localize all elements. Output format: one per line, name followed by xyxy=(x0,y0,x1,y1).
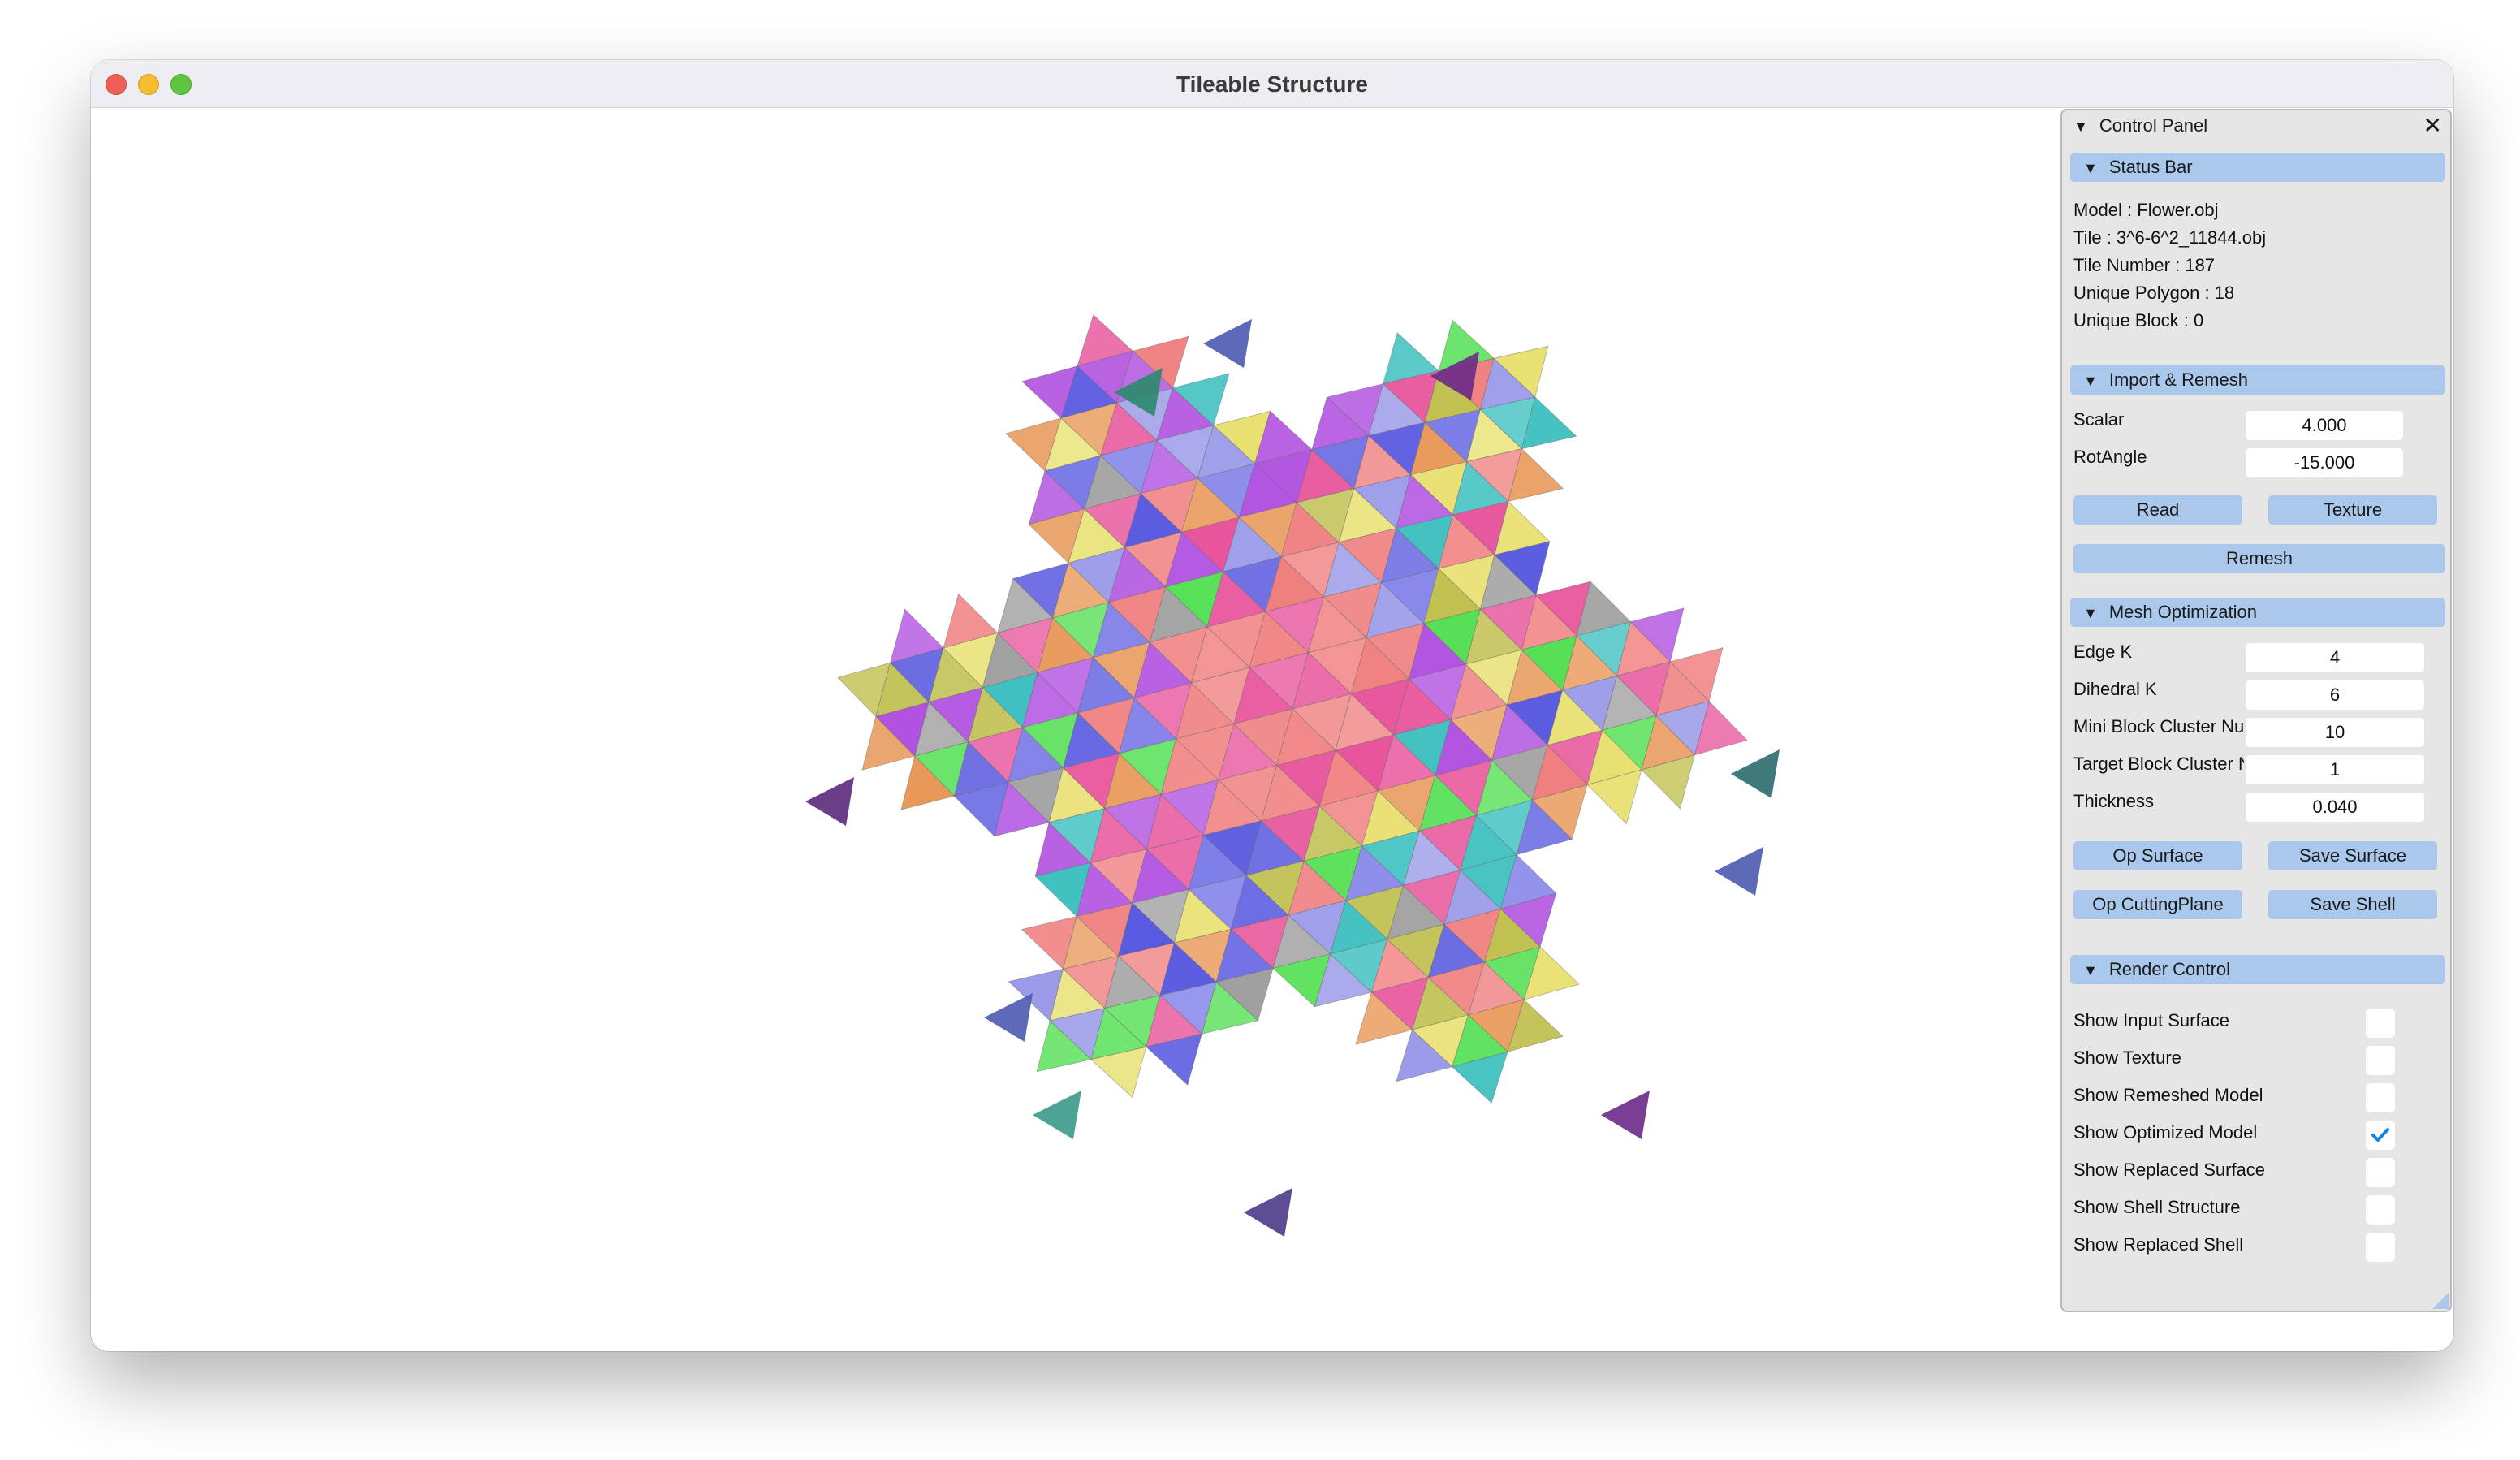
show-remeshed-model-label: Show Remeshed Model xyxy=(2073,1085,2263,1105)
show-shell-structure-checkbox[interactable] xyxy=(2366,1195,2395,1225)
section-title: Render Control xyxy=(2108,959,2231,979)
show-replaced-shell-label: Show Replaced Shell xyxy=(2073,1234,2244,1255)
control-panel: ▼ Control Panel ✕ ▼ Status Bar Model : Flo… xyxy=(2060,109,2452,1312)
show-input-surface-checkbox[interactable] xyxy=(2366,1009,2395,1038)
section-title: Import & Remesh xyxy=(2108,369,2248,390)
save-surface-button[interactable]: Save Surface xyxy=(2268,841,2437,870)
section-header-status-bar[interactable]: ▼ Status Bar xyxy=(2070,153,2445,182)
show-texture-checkbox[interactable] xyxy=(2366,1046,2395,1075)
status-tile: Tile : 3^6-6^2_11844.obj xyxy=(2073,227,2267,248)
resize-grip-icon[interactable] xyxy=(2429,1289,2449,1309)
mesh-fin xyxy=(805,777,854,826)
collapse-triangle-icon: ▼ xyxy=(2083,605,2098,621)
optimized-model-mesh[interactable] xyxy=(91,108,2060,1351)
status-unique-polygon: Unique Polygon : 18 xyxy=(2073,283,2235,303)
op-surface-button[interactable]: Op Surface xyxy=(2073,841,2242,870)
checkmark-icon xyxy=(2371,1128,2389,1142)
read-button[interactable]: Read xyxy=(2073,495,2242,525)
op-cutting-plane-button[interactable]: Op CuttingPlane xyxy=(2073,890,2242,919)
edge-k-input[interactable]: 4 xyxy=(2246,643,2424,672)
control-panel-title[interactable]: ▼ Control Panel xyxy=(2073,115,2207,136)
rot-angle-input[interactable]: -15.000 xyxy=(2246,448,2403,477)
edge-k-label: Edge K xyxy=(2073,641,2133,662)
mesh-fin xyxy=(1033,1091,1081,1139)
mesh-triangles xyxy=(805,314,1780,1237)
mesh-fin xyxy=(1203,319,1252,368)
target-block-cluster-label: Target Block Cluster N xyxy=(2073,754,2244,774)
title-bar: Tileable Structure xyxy=(91,60,2453,108)
thickness-input[interactable]: 0.040 xyxy=(2246,793,2424,822)
show-optimized-model-label: Show Optimized Model xyxy=(2073,1122,2258,1143)
section-title: Mesh Optimization xyxy=(2108,602,2258,622)
mini-block-cluster-label: Mini Block Cluster Nu xyxy=(2073,716,2244,736)
show-replaced-surface-checkbox[interactable] xyxy=(2366,1158,2395,1187)
target-block-cluster-input[interactable]: 1 xyxy=(2246,755,2424,784)
collapse-triangle-icon: ▼ xyxy=(2073,119,2088,135)
show-remeshed-model-checkbox[interactable] xyxy=(2366,1083,2395,1112)
collapse-triangle-icon: ▼ xyxy=(2083,962,2098,978)
thickness-label: Thickness xyxy=(2073,791,2155,811)
collapse-triangle-icon: ▼ xyxy=(2083,373,2098,389)
status-tile-number: Tile Number : 187 xyxy=(2073,255,2216,275)
texture-button[interactable]: Texture xyxy=(2268,495,2437,525)
mini-block-cluster-input[interactable]: 10 xyxy=(2246,718,2424,747)
window-title: Tileable Structure xyxy=(1176,71,1368,97)
remesh-button[interactable]: Remesh xyxy=(2073,544,2445,573)
mesh-fin xyxy=(1715,847,1763,896)
dihedral-k-label: Dihedral K xyxy=(2073,679,2157,699)
close-icon[interactable]: ✕ xyxy=(2423,112,2442,139)
scalar-label: Scalar xyxy=(2073,409,2125,430)
show-optimized-model-checkbox[interactable] xyxy=(2366,1121,2395,1150)
dihedral-k-input[interactable]: 6 xyxy=(2246,680,2424,710)
section-header-mesh-optimization[interactable]: ▼ Mesh Optimization xyxy=(2070,598,2445,627)
collapse-triangle-icon: ▼ xyxy=(2083,160,2098,176)
control-panel-title-text: Control Panel xyxy=(2099,115,2208,136)
mesh-fin xyxy=(1731,749,1780,798)
status-unique-block: Unique Block : 0 xyxy=(2073,310,2204,330)
scalar-input[interactable]: 4.000 xyxy=(2246,411,2403,440)
show-texture-label: Show Texture xyxy=(2073,1047,2181,1068)
show-input-surface-label: Show Input Surface xyxy=(2073,1010,2230,1030)
app-window: Tileable Structure ▼ Control Panel ✕ ▼ Sta… xyxy=(91,60,2453,1351)
section-title: Status Bar xyxy=(2108,157,2193,177)
section-header-render-control[interactable]: ▼ Render Control xyxy=(2070,955,2445,984)
rot-angle-label: RotAngle xyxy=(2073,447,2147,467)
mesh-fin xyxy=(984,993,1033,1042)
mesh-fin xyxy=(1244,1188,1292,1237)
status-model: Model : Flower.obj xyxy=(2073,200,2219,220)
show-replaced-surface-label: Show Replaced Surface xyxy=(2073,1160,2266,1180)
mesh-fin xyxy=(1601,1091,1650,1139)
save-shell-button[interactable]: Save Shell xyxy=(2268,890,2437,919)
section-header-import-remesh[interactable]: ▼ Import & Remesh xyxy=(2070,365,2445,395)
show-shell-structure-label: Show Shell Structure xyxy=(2073,1197,2241,1217)
show-replaced-shell-checkbox[interactable] xyxy=(2366,1233,2395,1262)
